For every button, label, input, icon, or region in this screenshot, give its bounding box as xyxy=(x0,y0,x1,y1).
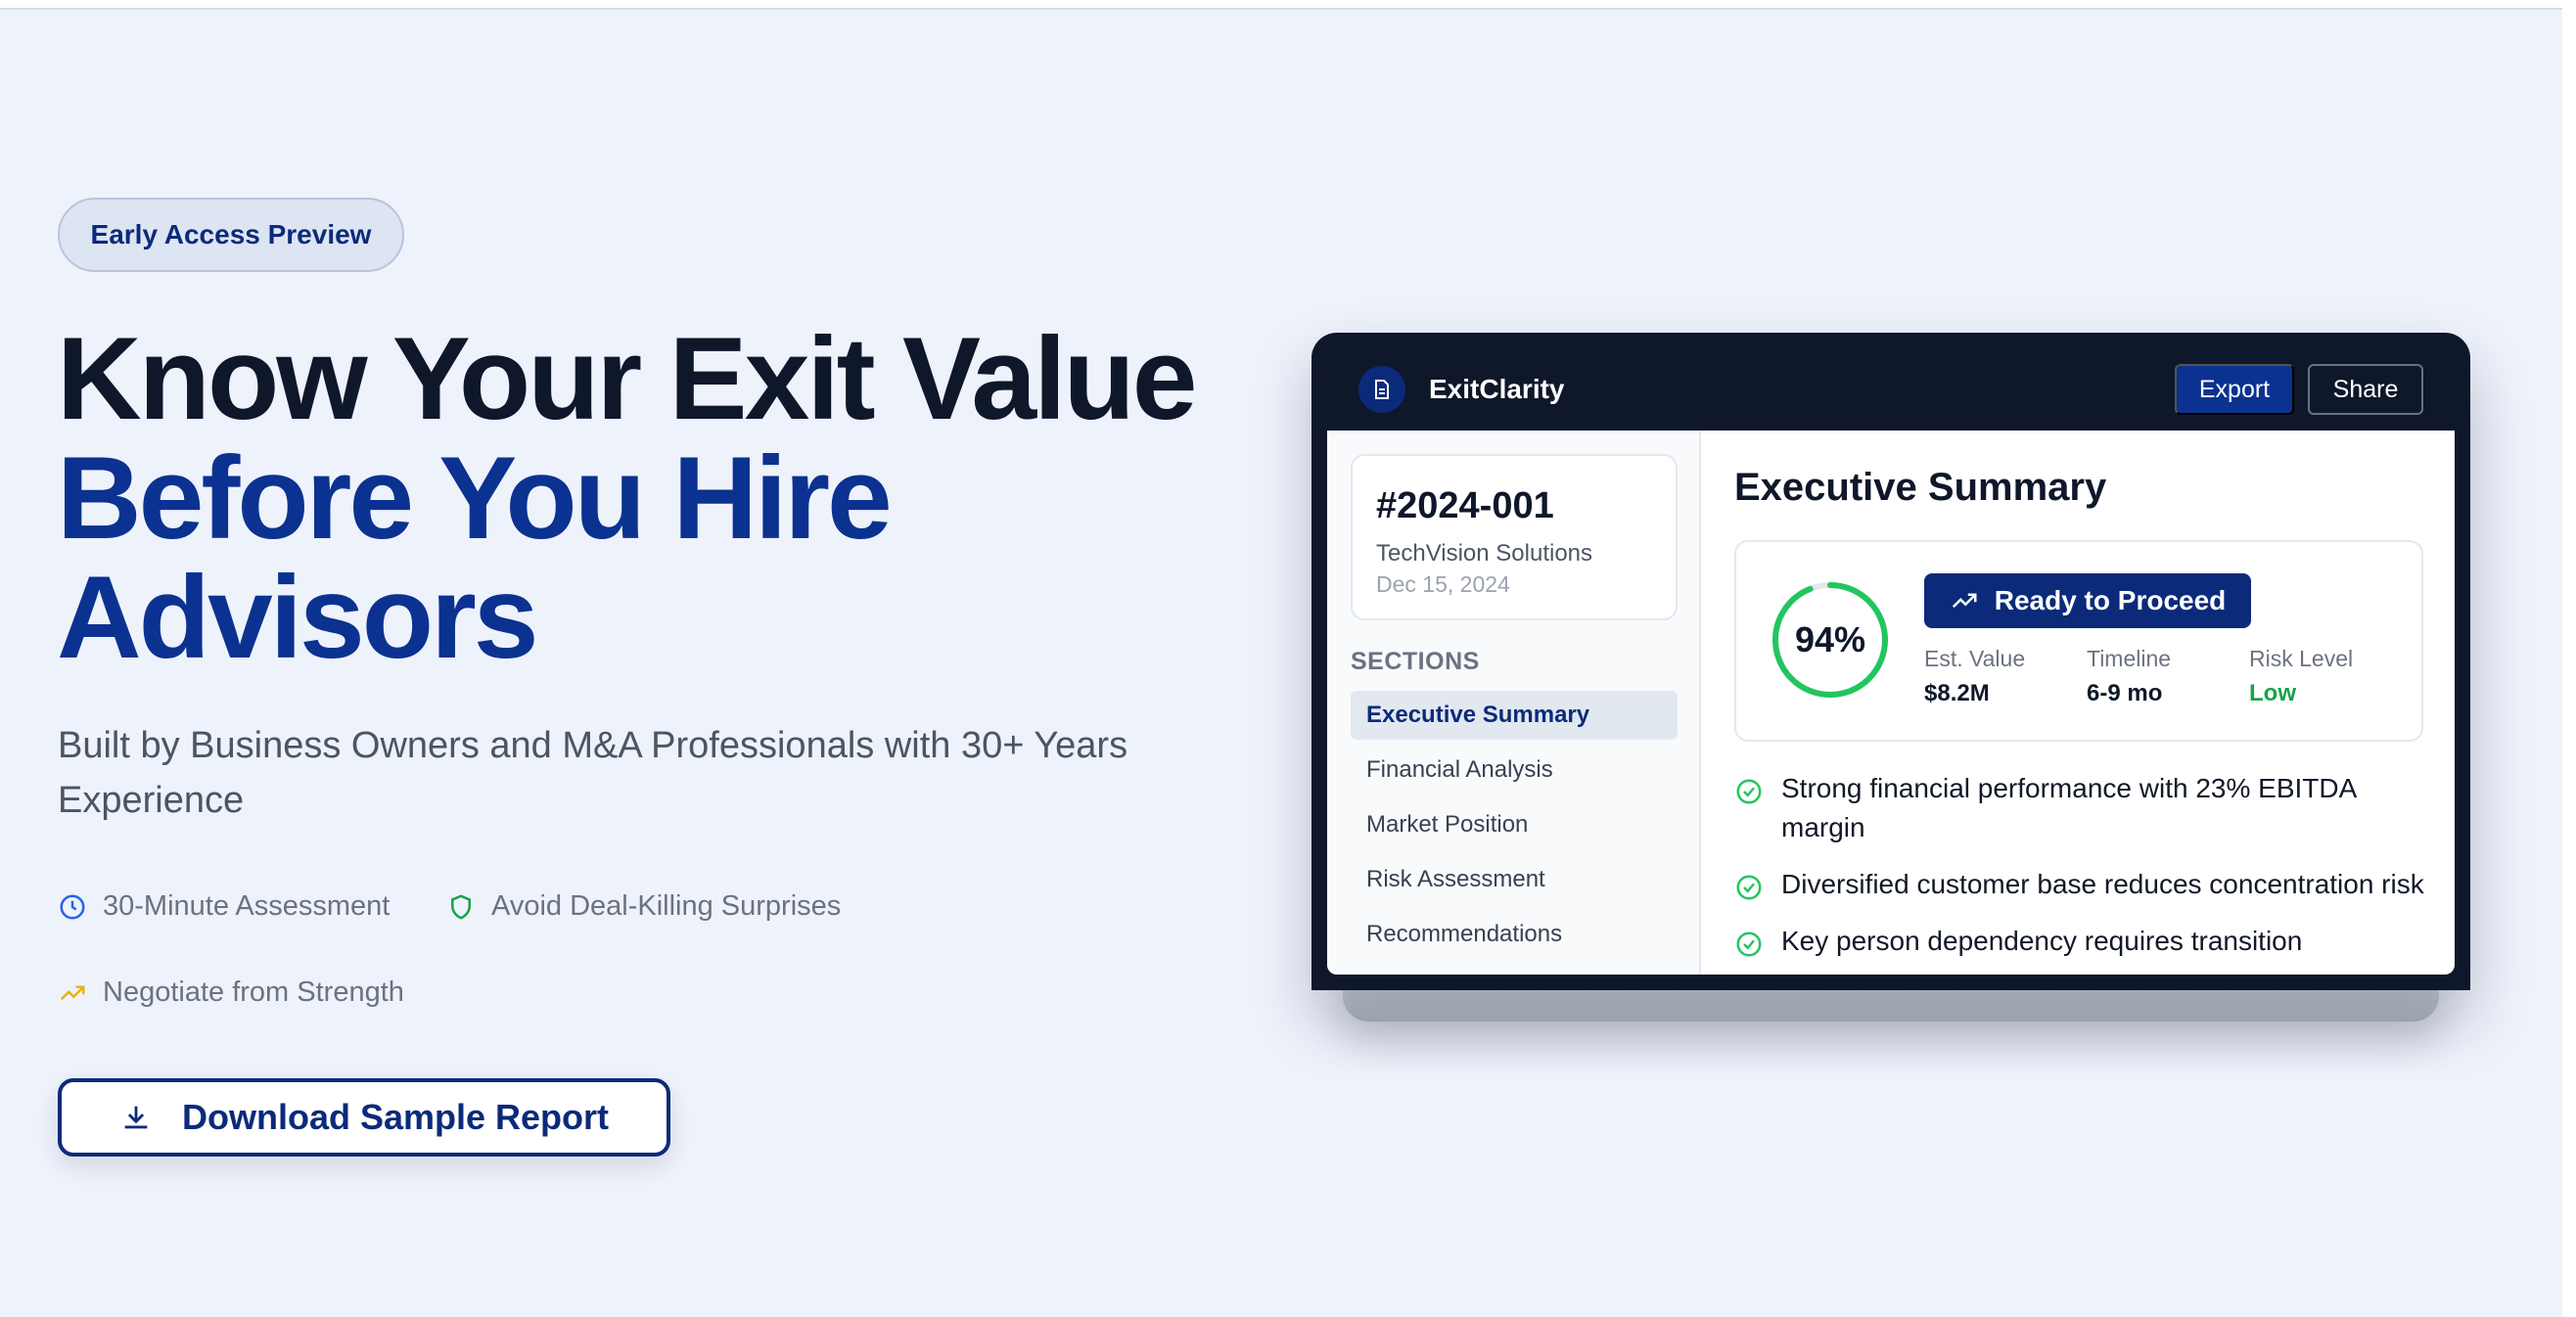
section-market-position[interactable]: Market Position xyxy=(1351,800,1678,849)
feature-negotiate: Negotiate from Strength xyxy=(58,976,404,1009)
trending-up-icon xyxy=(60,985,85,1000)
report-date: Dec 15, 2024 xyxy=(1376,571,1510,597)
feature-assessment: 30-Minute Assessment xyxy=(58,890,390,923)
sections-nav: Executive Summary Financial Analysis Mar… xyxy=(1351,691,1678,965)
app-logo xyxy=(1358,366,1405,413)
check-circle-icon xyxy=(1736,931,1762,957)
metric-value: Low xyxy=(2249,680,2296,706)
headline-line-3: Advisors xyxy=(57,552,539,683)
report-company: TechVision Solutions xyxy=(1376,540,1593,567)
metric-risk-level: Risk Level Low xyxy=(2249,646,2353,707)
metric-value: 6-9 mo xyxy=(2087,680,2163,706)
check-circle-icon xyxy=(1736,779,1762,804)
clock-icon xyxy=(60,894,85,919)
browser-top-edge xyxy=(0,0,2576,10)
early-access-badge: Early Access Preview xyxy=(58,198,404,272)
finding-text: Key person dependency requires transitio… xyxy=(1781,926,2303,956)
list-item: Key person dependency requires transitio… xyxy=(1734,922,2429,961)
section-risk-assessment[interactable]: Risk Assessment xyxy=(1351,855,1678,904)
export-button[interactable]: Export xyxy=(2175,364,2294,415)
metric-label: Timeline xyxy=(2087,646,2172,671)
share-button[interactable]: Share xyxy=(2308,364,2423,415)
metric-timeline: Timeline 6-9 mo xyxy=(2087,646,2171,707)
score-value: 94% xyxy=(1794,619,1866,659)
section-executive-summary[interactable]: Executive Summary xyxy=(1351,691,1678,740)
check-circle-icon xyxy=(1736,875,1762,900)
status-label: Ready to Proceed xyxy=(1994,585,2227,615)
app-header: ExitClarity Export Share xyxy=(1327,348,2455,431)
report-sidebar: #2024-001 TechVision Solutions Dec 15, 2… xyxy=(1327,431,1701,975)
hero-subtitle: Built by Business Owners and M&A Profess… xyxy=(58,725,1128,821)
section-recommendations[interactable]: Recommendations xyxy=(1351,910,1678,959)
list-item: Diversified customer base reduces concen… xyxy=(1734,865,2429,904)
download-button-label: Download Sample Report xyxy=(181,1097,610,1137)
metric-label: Est. Value xyxy=(1924,646,2026,671)
section-title: Executive Summary xyxy=(1734,466,2107,509)
feature-label: Avoid Deal-Killing Surprises xyxy=(491,890,842,922)
metric-est-value: Est. Value $8.2M xyxy=(1924,646,2025,707)
headline-line-1: Know Your Exit Value xyxy=(57,313,1198,444)
finding-text: Strong financial performance with 23% EB… xyxy=(1781,773,2356,842)
finding-text: Diversified customer base reduces concen… xyxy=(1781,869,2424,899)
download-icon xyxy=(124,1106,148,1129)
app-name: ExitClarity xyxy=(1429,374,1565,404)
report-info-card: #2024-001 TechVision Solutions Dec 15, 2… xyxy=(1351,454,1678,620)
scrollbar-track[interactable] xyxy=(2562,0,2576,1317)
feature-surprises: Avoid Deal-Killing Surprises xyxy=(446,890,841,923)
document-icon xyxy=(1375,380,1389,399)
feature-label: Negotiate from Strength xyxy=(103,976,404,1008)
findings-list: Strong financial performance with 23% EB… xyxy=(1734,769,2429,975)
summary-card: 94% Ready to Proceed Est. Value $8.2M Ti… xyxy=(1734,540,2423,742)
feature-label: 30-Minute Assessment xyxy=(103,890,391,922)
section-financial-analysis[interactable]: Financial Analysis xyxy=(1351,746,1678,795)
report-content: Executive Summary 94% Ready to Proceed E… xyxy=(1701,431,2455,975)
headline-line-2: Before You Hire xyxy=(57,432,893,564)
hero-headline: Know Your Exit Value Before You Hire Adv… xyxy=(57,319,1270,677)
shield-icon xyxy=(451,893,471,920)
trending-up-icon xyxy=(1952,593,1977,609)
list-item: Strong financial performance with 23% EB… xyxy=(1734,769,2429,847)
report-screen: #2024-001 TechVision Solutions Dec 15, 2… xyxy=(1327,431,2455,975)
sections-heading: SECTIONS xyxy=(1351,648,1480,675)
status-badge: Ready to Proceed xyxy=(1924,573,2251,628)
report-id: #2024-001 xyxy=(1376,485,1554,526)
metric-value: $8.2M xyxy=(1924,680,1990,706)
metric-label: Risk Level xyxy=(2249,646,2354,671)
report-preview-device: ExitClarity Export Share #2024-001 TechV… xyxy=(1311,333,2470,990)
download-sample-report-button[interactable]: Download Sample Report xyxy=(58,1078,670,1157)
